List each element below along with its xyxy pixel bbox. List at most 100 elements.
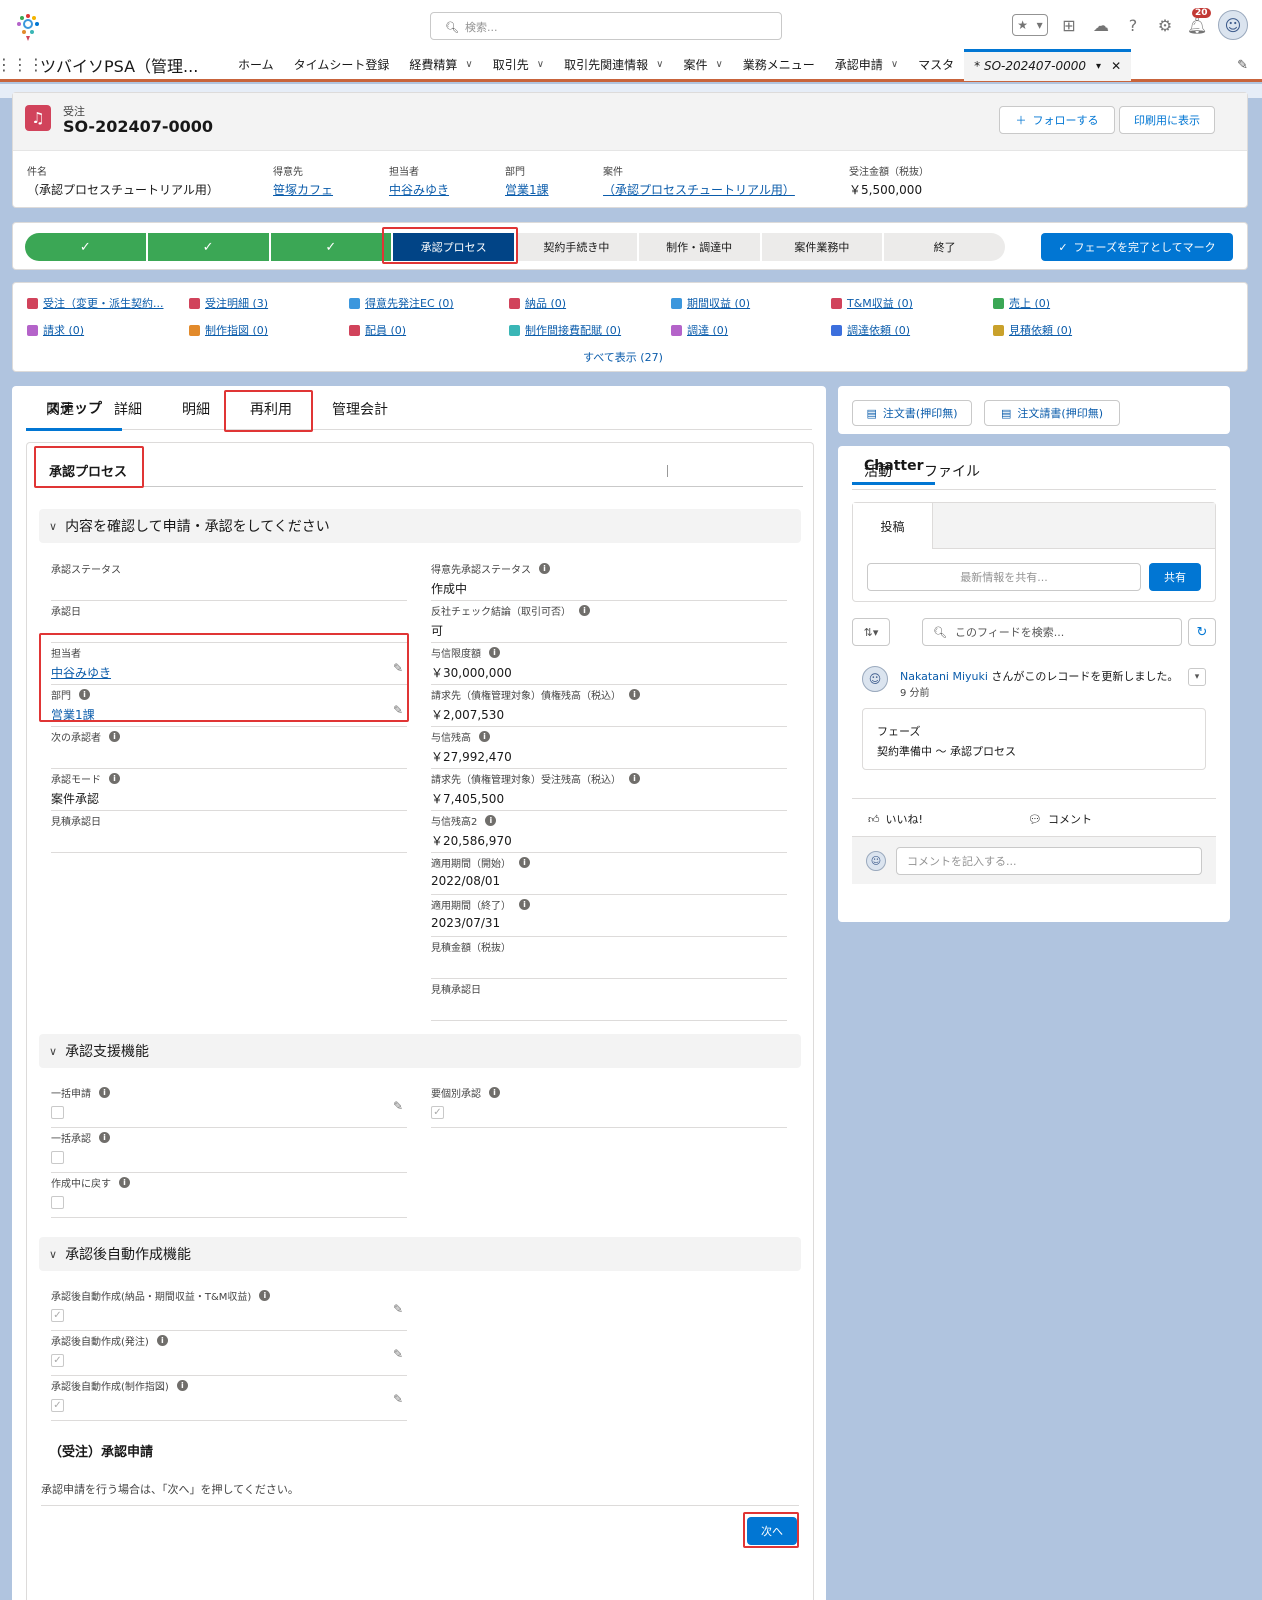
- path-stage[interactable]: ✓: [270, 233, 392, 261]
- order-doc-button[interactable]: ▤ 注文書(押印無): [852, 400, 972, 426]
- related-link[interactable]: T&M収益 (0): [831, 295, 913, 311]
- print-view-button[interactable]: 印刷用に表示: [1119, 106, 1215, 134]
- checkbox[interactable]: [51, 1196, 64, 1209]
- related-link[interactable]: 受注（変更・派生契約...: [27, 295, 164, 311]
- edit-pencil-icon[interactable]: ✎: [393, 703, 403, 717]
- nav-item[interactable]: 経費精算 ∨: [399, 49, 482, 81]
- nav-item[interactable]: 案件 ∨: [673, 49, 732, 81]
- related-link[interactable]: 請求 (0): [27, 322, 84, 338]
- path-stage[interactable]: 契約手続き中: [516, 233, 637, 261]
- close-icon[interactable]: ✕: [1111, 59, 1121, 73]
- nav-item[interactable]: タイムシート登録: [284, 49, 400, 81]
- order-ack-doc-button[interactable]: ▤ 注文請書(押印無): [984, 400, 1120, 426]
- comment-input[interactable]: コメントを記入する...: [896, 847, 1202, 875]
- info-icon[interactable]: i: [109, 731, 120, 742]
- comment-button[interactable]: 💬︎ コメント: [1028, 811, 1092, 827]
- path-stage[interactable]: ✓: [147, 233, 269, 261]
- checkbox[interactable]: ✓: [51, 1354, 64, 1367]
- checkbox[interactable]: ✓: [51, 1309, 64, 1322]
- help-icon[interactable]: ?: [1122, 14, 1144, 36]
- info-icon[interactable]: i: [479, 731, 490, 742]
- related-link[interactable]: 調達依頼 (0): [831, 322, 910, 338]
- feed-search-input[interactable]: 🔍︎ このフィードを検索...: [922, 618, 1182, 646]
- highlight-value[interactable]: 笹塚カフェ: [273, 181, 333, 198]
- info-icon[interactable]: i: [489, 647, 500, 658]
- related-link[interactable]: 調達 (0): [671, 322, 728, 338]
- edit-pencil-icon[interactable]: ✎: [393, 1099, 403, 1113]
- chevron-down-icon[interactable]: ∨: [537, 59, 544, 70]
- info-icon[interactable]: i: [519, 857, 530, 868]
- section-review-header[interactable]: ∨ 内容を確認して申請・承認をしてください: [39, 509, 801, 543]
- edit-pencil-icon[interactable]: ✎: [393, 1392, 403, 1406]
- related-link[interactable]: 納品 (0): [509, 295, 566, 311]
- checkbox[interactable]: ✓: [51, 1399, 64, 1412]
- chevron-down-icon[interactable]: ∨: [715, 59, 722, 70]
- info-icon[interactable]: i: [119, 1177, 130, 1188]
- nav-tab-record[interactable]: * SO-202407-0000 ▾ ✕: [964, 48, 1132, 81]
- highlight-value[interactable]: 中谷みゆき: [389, 181, 449, 198]
- share-button[interactable]: 共有: [1149, 563, 1201, 591]
- related-link[interactable]: 制作間接費配賦 (0): [509, 322, 621, 338]
- path-stage[interactable]: 制作・調達中: [638, 233, 760, 261]
- info-icon[interactable]: i: [539, 563, 550, 574]
- related-link[interactable]: 売上 (0): [993, 295, 1050, 311]
- global-search-input[interactable]: 🔍︎ 検索...: [430, 12, 782, 40]
- field-value[interactable]: 中谷みゆき: [51, 664, 407, 681]
- info-icon[interactable]: i: [99, 1087, 110, 1098]
- refresh-icon[interactable]: ↻: [1188, 618, 1216, 646]
- show-all-link[interactable]: すべて表示 (27): [583, 349, 663, 365]
- highlight-value[interactable]: 営業1課: [505, 181, 549, 198]
- related-link[interactable]: 期間収益 (0): [671, 295, 750, 311]
- edit-pencil-icon[interactable]: ✎: [393, 1302, 403, 1316]
- post-menu-chevron-down-icon[interactable]: ▾: [1188, 668, 1206, 686]
- checkbox[interactable]: [51, 1106, 64, 1119]
- nav-item[interactable]: ホーム: [228, 49, 284, 81]
- favorites-button[interactable]: ★ ▾: [1012, 14, 1048, 36]
- nav-item[interactable]: マスタ: [908, 49, 964, 81]
- setup-gear-icon[interactable]: ⚙: [1154, 14, 1176, 36]
- checkbox[interactable]: ✓: [431, 1106, 444, 1119]
- user-avatar[interactable]: ☺: [1218, 10, 1248, 40]
- related-link[interactable]: 制作指図 (0): [189, 322, 268, 338]
- app-launcher-icon[interactable]: ⋮⋮⋮: [0, 55, 44, 74]
- like-button[interactable]: 👍︎ いいね!: [868, 811, 923, 827]
- info-icon[interactable]: i: [109, 773, 120, 784]
- info-icon[interactable]: i: [79, 689, 90, 700]
- notifications-bell-icon[interactable]: 🔔︎ 20: [1186, 8, 1211, 36]
- post-time[interactable]: 9 分前: [900, 684, 930, 699]
- global-create-icon[interactable]: ⊞: [1058, 14, 1080, 36]
- info-icon[interactable]: i: [489, 1087, 500, 1098]
- info-icon[interactable]: i: [156, 1335, 168, 1346]
- post-author-avatar[interactable]: ☺: [862, 666, 888, 692]
- trailhead-icon[interactable]: ☁: [1090, 14, 1112, 36]
- chevron-down-icon[interactable]: ∨: [656, 59, 663, 70]
- publisher-post-tab[interactable]: 投稿: [853, 503, 933, 549]
- info-icon[interactable]: i: [99, 1132, 110, 1143]
- path-stage[interactable]: ✓: [25, 233, 146, 261]
- checkbox[interactable]: [51, 1151, 64, 1164]
- tab-2[interactable]: 明細: [162, 399, 230, 429]
- chevron-down-icon[interactable]: ∨: [465, 59, 472, 70]
- info-icon[interactable]: i: [485, 815, 497, 826]
- nav-item[interactable]: 業務メニュー: [733, 49, 825, 81]
- info-icon[interactable]: i: [176, 1380, 188, 1391]
- related-link[interactable]: 得意先発注EC (0): [349, 295, 454, 311]
- info-icon[interactable]: i: [579, 605, 590, 616]
- feed-tab-1[interactable]: Chatter: [852, 458, 936, 485]
- related-link[interactable]: 見積依頼 (0): [993, 322, 1072, 338]
- related-link[interactable]: 受注明細 (3): [189, 295, 268, 311]
- path-stage[interactable]: 案件業務中: [761, 233, 883, 261]
- post-author-link[interactable]: Nakatani Miyuki: [900, 670, 988, 683]
- follow-button[interactable]: ＋ フォローする: [999, 106, 1115, 134]
- info-icon[interactable]: i: [519, 899, 530, 910]
- feed-sort-button[interactable]: ⇅▾: [852, 618, 890, 646]
- next-button[interactable]: 次へ: [747, 1517, 797, 1545]
- edit-pencil-icon[interactable]: ✎: [393, 661, 403, 675]
- app-logo-icon[interactable]: [12, 8, 44, 42]
- tab-3[interactable]: ステップ: [26, 398, 122, 431]
- related-link[interactable]: 配員 (0): [349, 322, 406, 338]
- chevron-down-icon[interactable]: ∨: [891, 59, 898, 70]
- info-icon[interactable]: i: [629, 689, 640, 700]
- nav-item[interactable]: 承認申請 ∨: [825, 49, 908, 81]
- share-input[interactable]: 最新情報を共有...: [867, 563, 1141, 591]
